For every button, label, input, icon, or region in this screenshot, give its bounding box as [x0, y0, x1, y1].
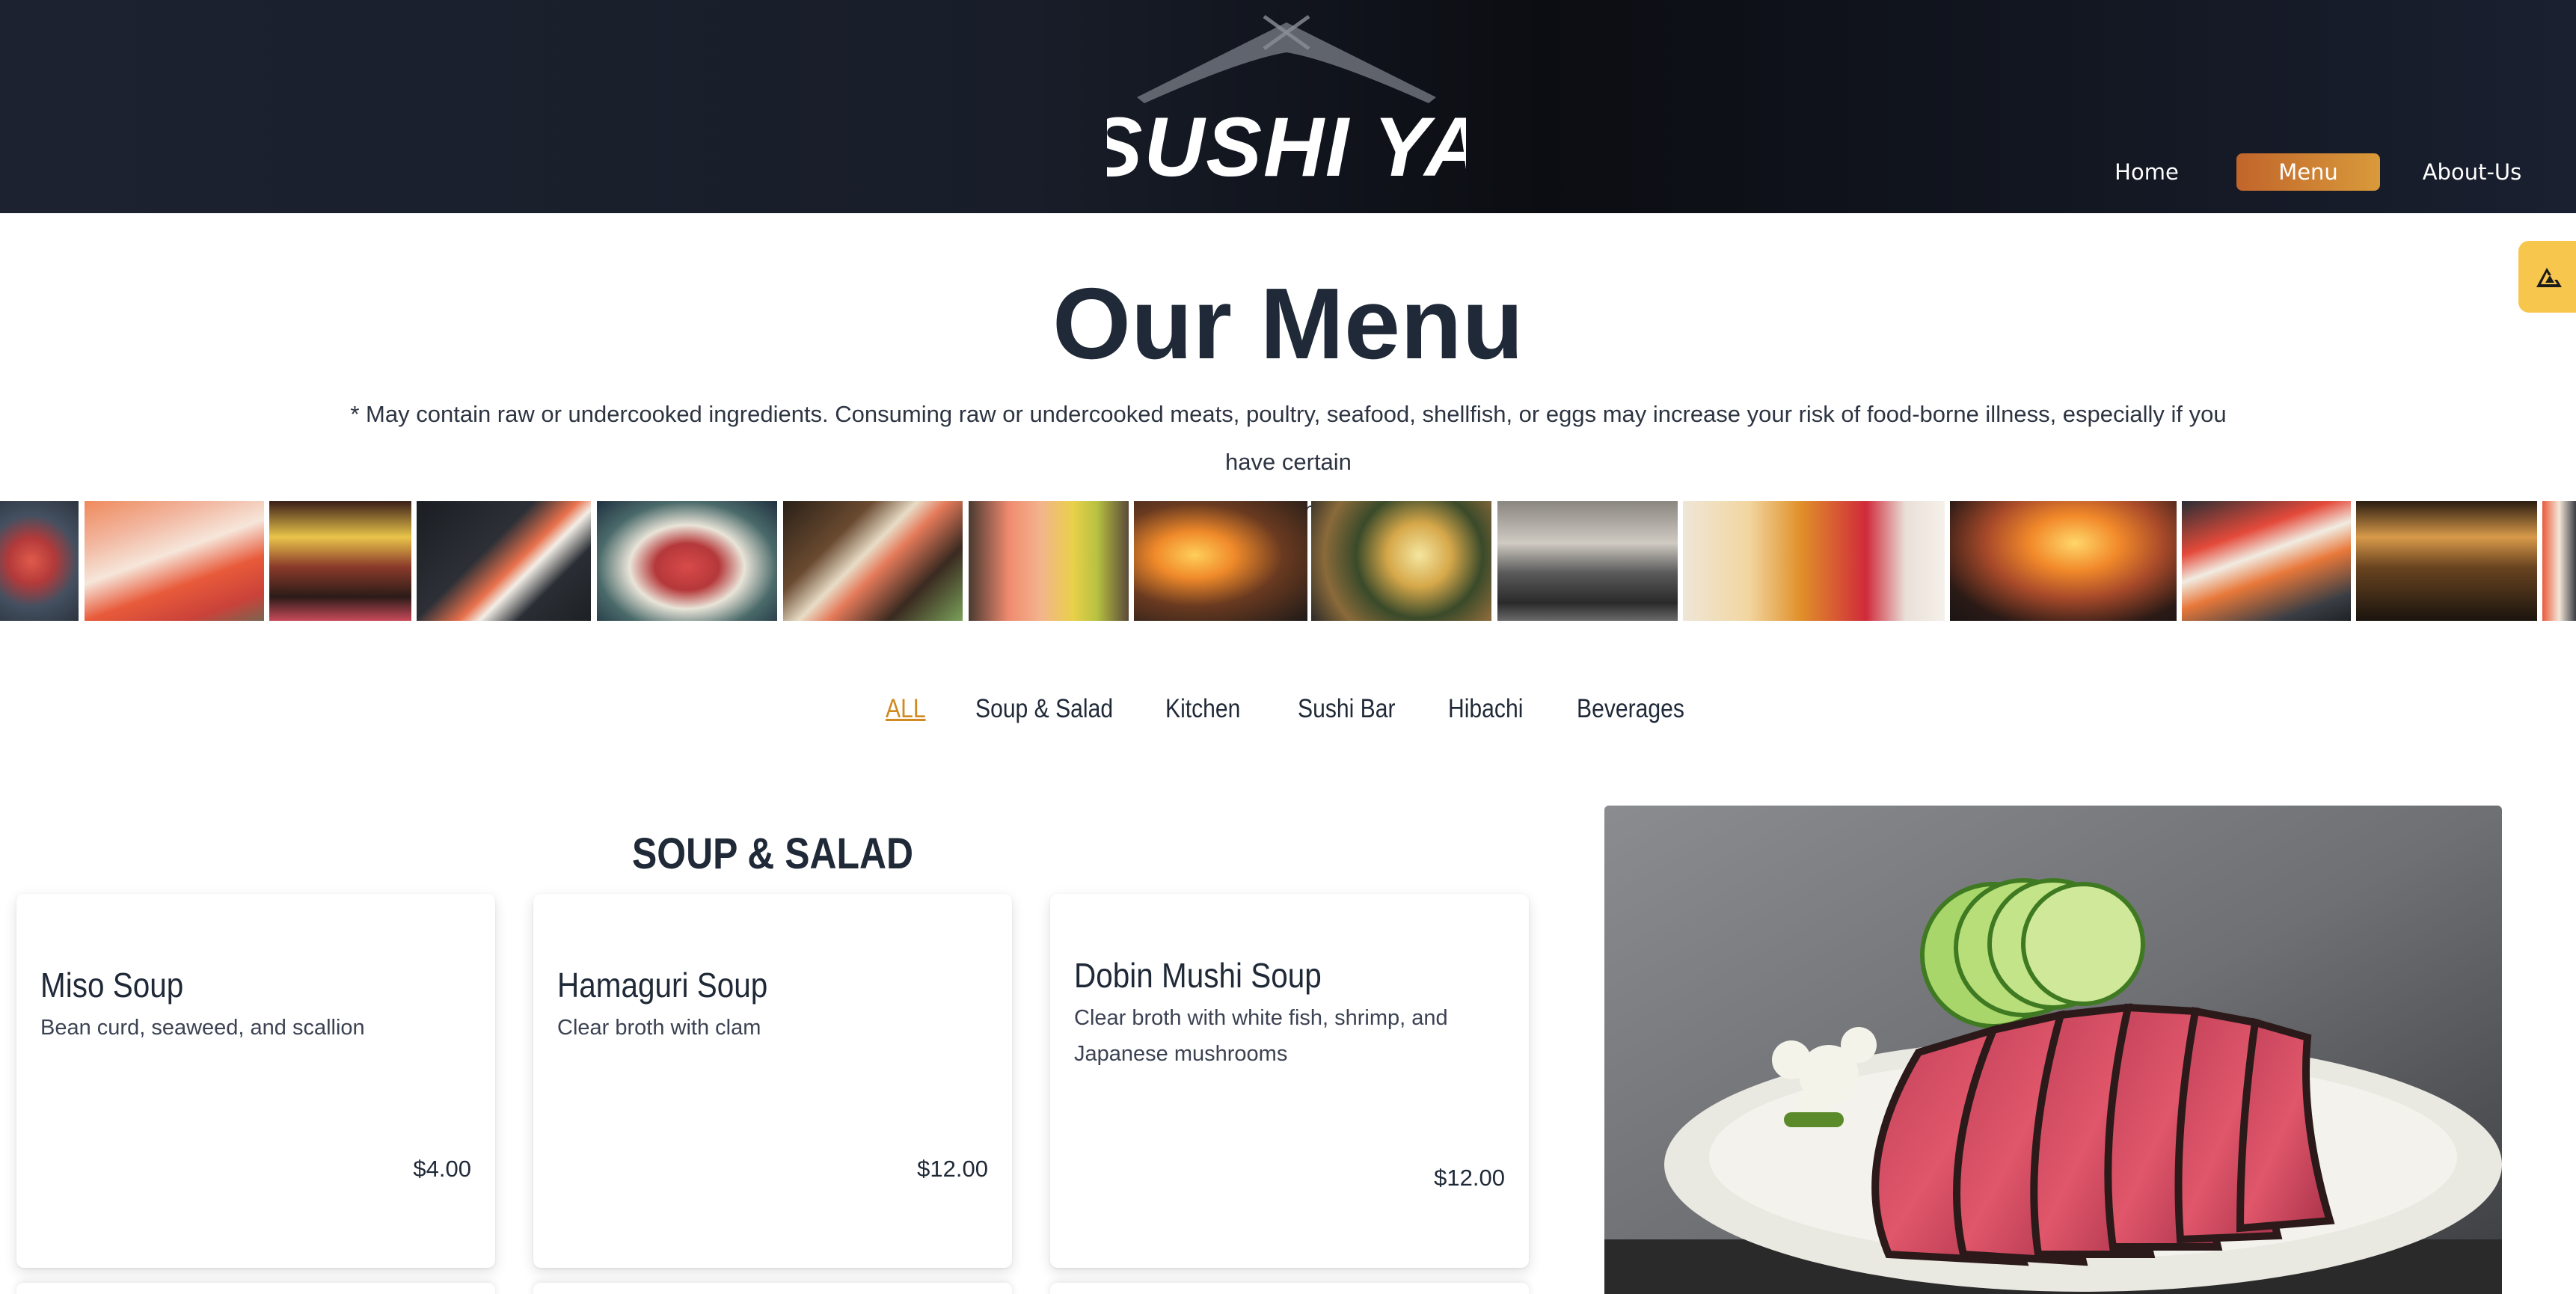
menu-item-card[interactable]: Hamaguri Soup Clear broth with clam $12.…: [533, 894, 1012, 1268]
hibachi-fire-photo: [1950, 501, 2177, 621]
menu-item-price: $12.00: [917, 1156, 988, 1182]
menu-item-price: $12.00: [1434, 1165, 1505, 1191]
sushi-roll-photo: [597, 501, 777, 621]
menu-filter-tabs: ALL Soup & Salad Kitchen Sushi Bar Hibac…: [0, 694, 2576, 732]
nav-menu-link[interactable]: Menu: [2236, 153, 2380, 191]
sushiya-logo[interactable]: SUSHI YA: [1087, 7, 1485, 194]
menu-item-card[interactable]: Dobin Mushi Soup Clear broth with white …: [1050, 894, 1529, 1268]
menu-item-name: Dobin Mushi Soup: [1074, 956, 1322, 995]
sushi-board-photo: [783, 501, 963, 621]
restaurant-bar-photo: [2356, 501, 2537, 621]
drinks-row-photo: [1683, 501, 1945, 621]
flambe-cocktail-photo: [269, 501, 411, 621]
logo-text: SUSHI YA: [1107, 100, 1466, 194]
seared-tuna-tataki-photo: [1604, 806, 2502, 1294]
menu-item-card[interactable]: Miso Soup Bean curd, seaweed, and scalli…: [16, 894, 495, 1268]
filter-beverages[interactable]: Beverages: [1577, 694, 1684, 724]
menu-item-description: Bean curd, seaweed, and scallion: [40, 1016, 365, 1040]
filter-hibachi[interactable]: Hibachi: [1448, 694, 1523, 724]
menu-item-card-partial[interactable]: [16, 1283, 495, 1294]
kitchen-chef-photo: [1497, 501, 1678, 621]
nav-home-link[interactable]: Home: [2094, 153, 2199, 191]
rice-bowls-photo: [1311, 501, 1491, 621]
nigiri-slate-photo: [417, 501, 591, 621]
nav-about-link[interactable]: About-Us: [2408, 153, 2536, 191]
site-header: SUSHI YA Home Menu About-Us: [0, 0, 2576, 213]
sushi-edge-photo: [2542, 501, 2576, 621]
cocktails-photo: [969, 501, 1129, 621]
section-title: SOUP & SALAD: [631, 830, 914, 878]
disclaimer-line-1: * May contain raw or undercooked ingredi…: [350, 401, 2227, 475]
menu-item-description: Clear broth with white fish, shrimp, and…: [1074, 1006, 1448, 1066]
page-title: Our Menu: [1052, 267, 1524, 380]
menu-item-card-partial[interactable]: [1050, 1283, 1529, 1294]
hibachi-chef-flame-photo: [1134, 501, 1307, 621]
filter-all[interactable]: ALL: [886, 694, 926, 724]
menu-item-name: Hamaguri Soup: [557, 966, 768, 1005]
filter-kitchen[interactable]: Kitchen: [1165, 694, 1240, 724]
filter-sushi-bar[interactable]: Sushi Bar: [1298, 694, 1396, 724]
photo-carousel[interactable]: [0, 501, 2576, 621]
nigiri-platter-photo: [85, 501, 264, 621]
menu-item-card-partial[interactable]: [533, 1283, 1012, 1294]
menu-item-name: Miso Soup: [40, 966, 184, 1005]
filter-soup-salad[interactable]: Soup & Salad: [975, 694, 1113, 724]
assorted-sushi-photo: [2182, 501, 2351, 621]
sashimi-plate-photo: [0, 501, 79, 621]
menu-item-description: Clear broth with clam: [557, 1016, 761, 1040]
menu-item-price: $4.00: [413, 1156, 471, 1182]
